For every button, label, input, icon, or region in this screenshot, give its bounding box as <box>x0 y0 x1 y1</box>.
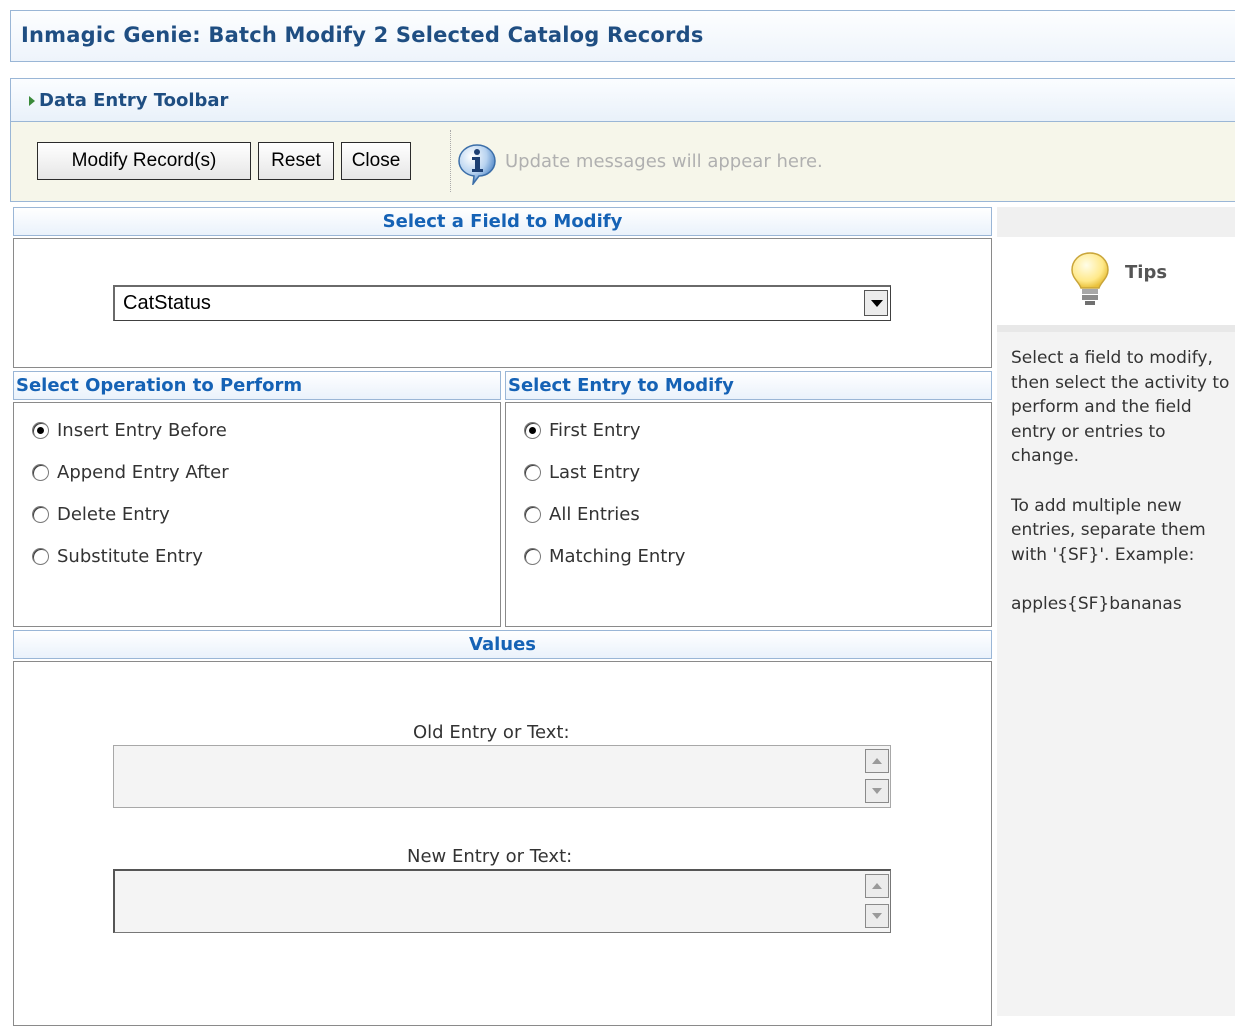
triangle-right-icon[interactable] <box>29 96 35 106</box>
reset-button[interactable]: Reset <box>258 142 334 180</box>
toolbar-separator <box>450 130 451 192</box>
radio-label[interactable]: Matching Entry <box>549 546 685 567</box>
toolbar-title[interactable]: Data Entry Toolbar <box>39 90 228 111</box>
tips-text: Select a field to modify, then select th… <box>1011 346 1233 641</box>
tips-paragraph: Select a field to modify, then select th… <box>1011 348 1230 467</box>
radio-button[interactable] <box>32 548 49 565</box>
radio-label[interactable]: Substitute Entry <box>57 546 203 567</box>
field-panel-header: Select a Field to Modify <box>13 207 992 236</box>
radio-label[interactable]: First Entry <box>549 420 641 441</box>
title-bar: Inmagic Genie: Batch Modify 2 Selected C… <box>10 10 1235 62</box>
old-entry-textarea[interactable] <box>113 745 891 808</box>
radio-label[interactable]: Delete Entry <box>57 504 170 525</box>
update-message: Update messages will appear here. <box>505 151 823 172</box>
radio-button[interactable] <box>32 422 49 439</box>
values-panel <box>13 661 992 1026</box>
tips-top-bar <box>997 207 1235 237</box>
scroll-up-icon[interactable] <box>865 874 889 898</box>
field-select[interactable]: CatStatus <box>113 285 891 321</box>
radio-label[interactable]: Append Entry After <box>57 462 229 483</box>
chevron-down-icon[interactable] <box>864 290 888 316</box>
radio-label[interactable]: Insert Entry Before <box>57 420 227 441</box>
page-title: Inmagic Genie: Batch Modify 2 Selected C… <box>21 23 704 47</box>
new-entry-label: New Entry or Text: <box>407 846 573 867</box>
radio-label[interactable]: All Entries <box>549 504 640 525</box>
radio-button[interactable] <box>524 422 541 439</box>
radio-button[interactable] <box>32 464 49 481</box>
close-button[interactable]: Close <box>341 142 411 180</box>
scroll-down-icon[interactable] <box>865 779 889 803</box>
radio-button[interactable] <box>524 506 541 523</box>
operation-panel-header: Select Operation to Perform <box>13 371 501 400</box>
entry-panel-header: Select Entry to Modify <box>505 371 992 400</box>
scroll-up-icon[interactable] <box>865 749 889 773</box>
field-select-value: CatStatus <box>123 292 211 314</box>
new-entry-textarea[interactable] <box>113 869 891 933</box>
tips-paragraph: To add multiple new entries, separate th… <box>1011 495 1206 565</box>
radio-button[interactable] <box>524 464 541 481</box>
values-panel-header: Values <box>13 630 992 659</box>
modify-records-button[interactable]: Modify Record(s) <box>37 142 251 180</box>
radio-button[interactable] <box>524 548 541 565</box>
lightbulb-icon <box>1071 252 1109 305</box>
tips-title: Tips <box>1125 262 1168 283</box>
toolbar-header[interactable]: Data Entry Toolbar <box>10 78 1235 122</box>
tips-example: apples{SF}bananas <box>1011 593 1182 614</box>
old-entry-label: Old Entry or Text: <box>413 722 570 743</box>
tips-divider <box>997 325 1235 332</box>
radio-button[interactable] <box>32 506 49 523</box>
info-icon <box>458 144 496 185</box>
scroll-down-icon[interactable] <box>865 904 889 928</box>
radio-label[interactable]: Last Entry <box>549 462 640 483</box>
